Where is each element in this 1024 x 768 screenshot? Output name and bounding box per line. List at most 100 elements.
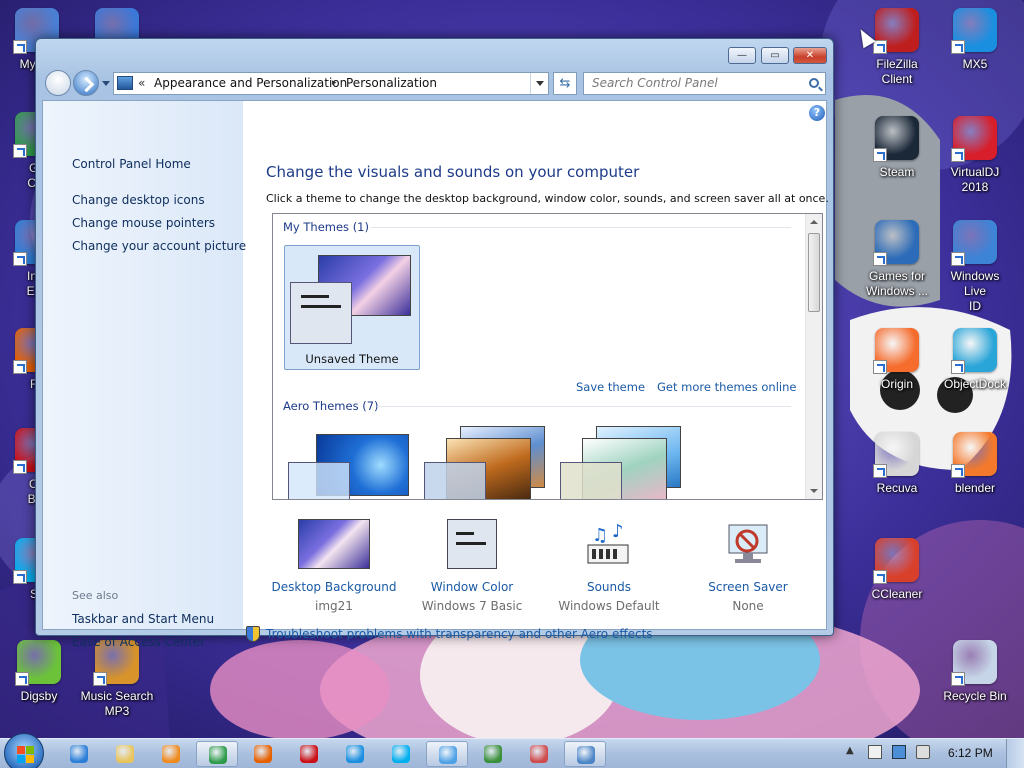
show-desktop-button[interactable] [1006,739,1024,768]
get-more-themes-link[interactable]: Get more themes online [657,380,796,394]
desktop-icon-games-for-windows[interactable]: Games for Windows ... [860,220,934,299]
theme-list: My Themes (1) Unsaved Theme Save theme G… [272,213,823,500]
troubleshoot-label[interactable]: Troubleshoot problems with transparency … [266,627,653,641]
change-account-picture-link[interactable]: Change your account picture [72,239,246,253]
sounds-setting[interactable]: ♫ ♪ Sounds Windows Default [539,519,679,613]
theme-item-architecture[interactable] [424,426,548,499]
desktop-icon-label: Windows Live ID [950,269,1000,313]
forward-button[interactable] [73,70,99,96]
recent-pages-dropdown-icon[interactable] [102,81,110,86]
taskbar-and-start-menu-link[interactable]: Taskbar and Start Menu [72,612,214,626]
taskbar-windows-explorer[interactable] [104,741,146,767]
desktop-icon-recuva[interactable]: Recuva [860,432,934,496]
change-desktop-icons-link[interactable]: Change desktop icons [72,193,205,207]
control-panel-home-link[interactable]: Control Panel Home [72,157,191,171]
desktop-icon-label: Music Search MP3 [80,689,154,718]
desktop-icon-label: Recycle Bin [943,689,1007,703]
search-input[interactable]: Search Control Panel [583,72,826,95]
minimize-button[interactable]: — [728,47,756,64]
taskbar-media-player[interactable] [150,741,192,767]
scroll-down-icon[interactable] [810,489,818,493]
app-checkmark-icon [484,745,502,763]
taskbar-firefox[interactable] [242,741,284,767]
taskbar-app-recorder[interactable] [518,741,560,767]
app-monitor-icon [577,746,595,764]
desktop-icon-label: CCleaner [871,587,923,601]
clock[interactable]: 6:12 PM [948,746,993,760]
start-button[interactable] [4,733,44,768]
address-dropdown-icon[interactable] [530,73,548,94]
desktop-icon-virtualdj[interactable]: VirtualDJ 2018 [938,116,1012,195]
show-hidden-icons-icon[interactable]: ▲ [846,745,860,759]
taskbar-mx5[interactable] [334,741,376,767]
svg-text:♪: ♪ [612,521,624,542]
back-button[interactable] [45,70,71,96]
ccleaner-icon [873,538,919,584]
taskbar-internet-explorer[interactable] [58,741,100,767]
taskbar-app-checkmark[interactable] [472,741,514,767]
shortcut-arrow-icon [951,252,965,266]
taskbar-skype[interactable] [380,741,422,767]
address-bar[interactable]: « Appearance and Personalization ▸ Perso… [113,72,549,95]
desktop-icon-objectdock[interactable]: ObjectDock [938,328,1012,392]
shortcut-arrow-icon [13,570,27,584]
desktop-icon-recycle-bin[interactable]: Recycle Bin [938,640,1012,704]
windows-explorer-icon [116,745,134,763]
desktop-background-setting[interactable]: Desktop Background img21 [264,519,404,613]
scroll-up-icon[interactable] [810,220,818,224]
taskbar-control-panel[interactable] [426,741,468,767]
taskbar: ▲ 6:12 PM [0,733,1024,768]
see-also-heading: See also [72,589,119,602]
close-button[interactable]: ✕ [793,47,827,64]
save-theme-link[interactable]: Save theme [576,380,645,394]
search-placeholder: Search Control Panel [592,76,718,90]
setting-name[interactable]: Sounds [539,580,679,594]
desktop-icon-windows-live-id[interactable]: Windows Live ID [938,220,1012,314]
setting-name[interactable]: Screen Saver [678,580,818,594]
desktop-icon-blender[interactable]: blender [938,432,1012,496]
desktop-icon-filezilla[interactable]: FileZilla Client [860,8,934,87]
theme-list-scrollbar[interactable] [805,214,822,499]
control-panel-icon [439,746,457,764]
desktop-background-icon [298,519,370,569]
desktop-icon-ccleaner[interactable]: CCleaner [860,538,934,602]
breadcrumb-appearance-and-personalization[interactable]: Appearance and Personalization [154,73,347,94]
shortcut-arrow-icon [13,460,27,474]
action-center-flag-icon[interactable] [868,745,882,759]
screen-saver-setting[interactable]: Screen Saver None [678,519,818,613]
theme-item-unsaved[interactable]: Unsaved Theme [284,245,420,370]
taskbar-app-monitor[interactable] [564,741,606,767]
recuva-icon [873,432,919,478]
desktop-icon-steam[interactable]: Steam [860,116,934,180]
desktop-icon-mx5[interactable]: MX5 [938,8,1012,72]
shield-icon [246,626,260,642]
troubleshoot-link[interactable]: Troubleshoot problems with transparency … [246,626,653,642]
desktop-icon-digsby[interactable]: Digsby [2,640,76,704]
desktop-icon-music-search-mp3[interactable]: Music Search MP3 [80,640,154,719]
network-icon[interactable] [892,745,906,759]
setting-name[interactable]: Desktop Background [264,580,404,594]
setting-name[interactable]: Window Color [402,580,542,594]
breadcrumb-personalization[interactable]: Personalization [346,73,437,94]
theme-item-windows7[interactable] [288,428,412,499]
page-description: Click a theme to change the desktop back… [266,192,829,205]
maximize-button[interactable]: ▭ [761,47,789,64]
objectdock-icon [951,328,997,374]
steam-icon [873,116,919,162]
address-chevron-icon[interactable]: « [138,73,145,94]
search-icon[interactable] [809,78,819,88]
ease-of-access-center-link[interactable]: Ease of Access Center [72,635,205,649]
desktop-icon-origin[interactable]: Origin [860,328,934,392]
window-color-setting[interactable]: Window Color Windows 7 Basic [402,519,542,613]
volume-muted-icon[interactable] [916,745,930,759]
taskbar-chrome[interactable] [196,741,238,767]
change-mouse-pointers-link[interactable]: Change mouse pointers [72,216,215,230]
mx5-icon [346,745,364,763]
refresh-button[interactable]: ⇆ [553,72,577,95]
help-icon[interactable]: ? [809,105,825,121]
group-divider [377,406,791,407]
scrollbar-thumb[interactable] [808,233,820,312]
theme-item-characters[interactable] [560,426,684,499]
breadcrumb-separator-icon[interactable]: ▸ [332,73,337,94]
taskbar-opera[interactable] [288,741,330,767]
